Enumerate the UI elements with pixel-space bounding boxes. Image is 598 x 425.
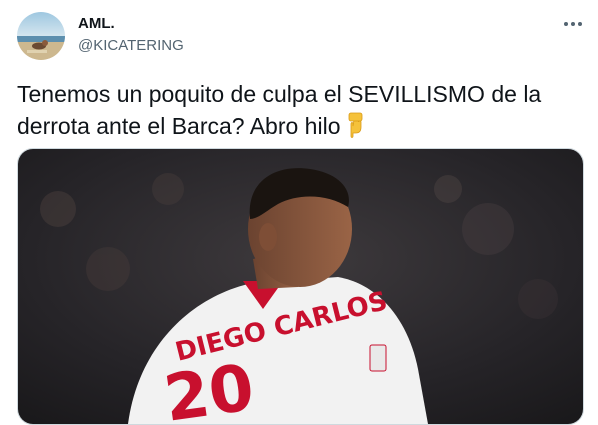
author-handle[interactable]: @KICATERING [78,37,184,54]
author-avatar[interactable] [17,12,65,60]
tweet-media-image[interactable]: DIEGO CARLOS 20 [17,148,584,425]
more-horizontal-icon [564,22,582,26]
tweet-text: Tenemos un poquito de culpa el SEVILLISM… [17,78,577,146]
tweet-text-content: Tenemos un poquito de culpa el SEVILLISM… [17,81,542,139]
tweet-card[interactable]: AML. @KICATERING Tenemos un poquito de c… [0,0,598,425]
more-options-button[interactable] [560,12,586,36]
author-display-name[interactable]: AML. [78,15,115,32]
pointing-down-emoji-icon [342,112,364,146]
beach-avatar-image [17,12,65,60]
jersey-number-text: 20 [160,351,258,424]
player-photo: DIEGO CARLOS 20 [18,149,583,424]
